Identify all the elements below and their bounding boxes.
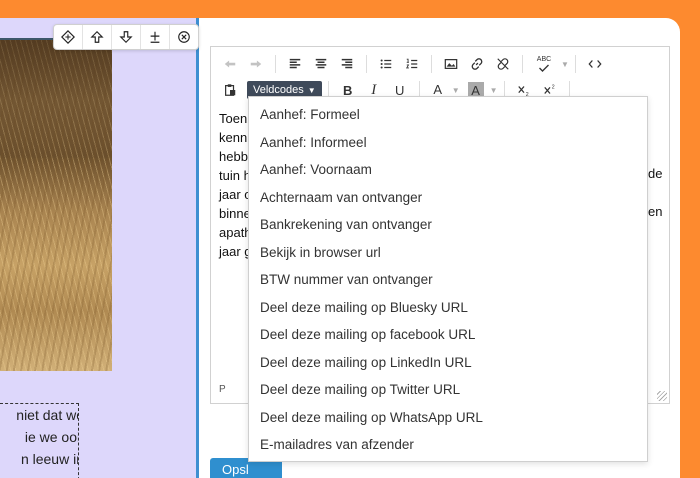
left-preview-panel: niet dat we ie we ooit n leeuw in bbox=[0, 18, 199, 478]
element-path: P bbox=[219, 384, 226, 395]
move-icon bbox=[61, 30, 75, 44]
menu-item[interactable]: Deel deze mailing op LinkedIn URL bbox=[249, 349, 647, 377]
menu-item[interactable]: Deel deze mailing op Bluesky URL bbox=[249, 294, 647, 322]
close-icon bbox=[178, 31, 190, 43]
text-block[interactable]: niet dat we ie we ooit n leeuw in bbox=[0, 403, 79, 478]
toolbar-separator bbox=[431, 55, 432, 73]
menu-item[interactable]: Aanhef: Informeel bbox=[249, 129, 647, 157]
menu-item[interactable]: Aanhef: Voornaam bbox=[249, 156, 647, 184]
add-button[interactable] bbox=[141, 25, 170, 49]
chevron-down-icon[interactable]: ▼ bbox=[490, 86, 498, 95]
code-icon bbox=[588, 60, 602, 68]
redo-button[interactable] bbox=[243, 53, 269, 75]
image-button[interactable] bbox=[438, 53, 464, 75]
paste-button[interactable] bbox=[217, 79, 243, 101]
clipboard-icon bbox=[225, 84, 236, 96]
menu-item[interactable]: Deel deze mailing op WhatsApp URL bbox=[249, 404, 647, 432]
text-line: n leeuw in bbox=[20, 451, 79, 467]
undo-icon bbox=[224, 60, 236, 68]
source-code-button[interactable] bbox=[582, 53, 608, 75]
subscript-icon: 2 bbox=[517, 86, 528, 97]
toolbar-separator bbox=[574, 55, 576, 73]
unlink-icon bbox=[497, 58, 509, 70]
menu-item[interactable]: Bekijk in browser url bbox=[249, 239, 647, 267]
numbered-list-icon bbox=[405, 58, 418, 69]
menu-item[interactable]: E-mailadres van afzender bbox=[249, 431, 647, 459]
bullet-list-button[interactable] bbox=[373, 53, 399, 75]
align-left-icon bbox=[289, 58, 301, 69]
check-icon bbox=[539, 64, 549, 72]
arrow-down-icon bbox=[119, 31, 133, 44]
block-toolbar bbox=[53, 24, 199, 50]
align-center-icon bbox=[315, 58, 327, 69]
toolbar-separator bbox=[275, 55, 276, 73]
align-right-icon bbox=[341, 58, 353, 69]
align-center-button[interactable] bbox=[308, 53, 334, 75]
chevron-down-icon[interactable]: ▼ bbox=[452, 86, 460, 95]
spellcheck-label: ABC bbox=[536, 56, 552, 63]
numbered-list-button[interactable] bbox=[399, 53, 425, 75]
resize-handle[interactable] bbox=[657, 391, 667, 401]
toolbar-row-1: ABC ▼ bbox=[211, 51, 669, 77]
move-button[interactable] bbox=[54, 25, 83, 49]
content-fragment: en bbox=[648, 204, 663, 219]
spellcheck-button[interactable]: ABC bbox=[529, 53, 559, 75]
menu-item[interactable]: Bankrekening van ontvanger bbox=[249, 211, 647, 239]
veldcodes-menu: Aanhef: Formeel Aanhef: Informeel Aanhef… bbox=[248, 96, 648, 462]
toolbar-separator bbox=[366, 55, 367, 73]
arrow-up-icon bbox=[90, 30, 104, 43]
redo-icon bbox=[250, 60, 262, 68]
veldcodes-label: Veldcodes bbox=[253, 84, 304, 96]
align-right-button[interactable] bbox=[334, 53, 360, 75]
chevron-down-icon: ▼ bbox=[307, 85, 316, 95]
text-line: niet dat we bbox=[16, 407, 79, 423]
unlink-button[interactable] bbox=[490, 53, 516, 75]
chevron-down-icon[interactable]: ▼ bbox=[561, 60, 569, 69]
menu-item[interactable]: Aanhef: Formeel bbox=[249, 101, 647, 129]
link-button[interactable] bbox=[464, 53, 490, 75]
text-line: ie we ooit bbox=[24, 429, 79, 445]
bullet-list-icon bbox=[380, 59, 392, 69]
menu-item[interactable]: BTW nummer van ontvanger bbox=[249, 266, 647, 294]
remove-button[interactable] bbox=[170, 25, 198, 49]
move-down-button[interactable] bbox=[112, 25, 141, 49]
align-left-button[interactable] bbox=[282, 53, 308, 75]
content-fragment: de bbox=[648, 166, 663, 181]
add-icon bbox=[150, 31, 160, 43]
link-icon bbox=[471, 58, 483, 70]
undo-button[interactable] bbox=[217, 53, 243, 75]
move-up-button[interactable] bbox=[83, 25, 112, 49]
menu-item[interactable]: Deel deze mailing op Twitter URL bbox=[249, 376, 647, 404]
menu-item[interactable]: Deel deze mailing op facebook URL bbox=[249, 321, 647, 349]
image-icon bbox=[444, 59, 458, 69]
image-shadow bbox=[0, 38, 112, 158]
menu-item[interactable]: Achternaam van ontvanger bbox=[249, 184, 647, 212]
toolbar-separator bbox=[522, 55, 523, 73]
svg-text:2: 2 bbox=[551, 84, 554, 90]
superscript-icon: 2 bbox=[543, 84, 554, 94]
